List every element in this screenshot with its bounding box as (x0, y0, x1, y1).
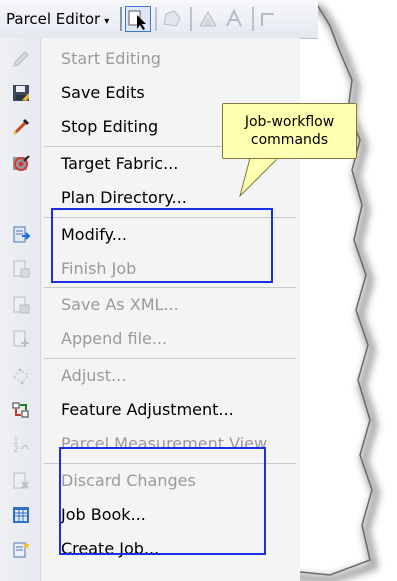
job-workflow-callout: Job-workflow commands (222, 103, 357, 159)
callout-line-2: commands (250, 132, 329, 148)
callout-pointer (239, 157, 280, 198)
callout-line-1: Job-workflow (244, 114, 335, 130)
